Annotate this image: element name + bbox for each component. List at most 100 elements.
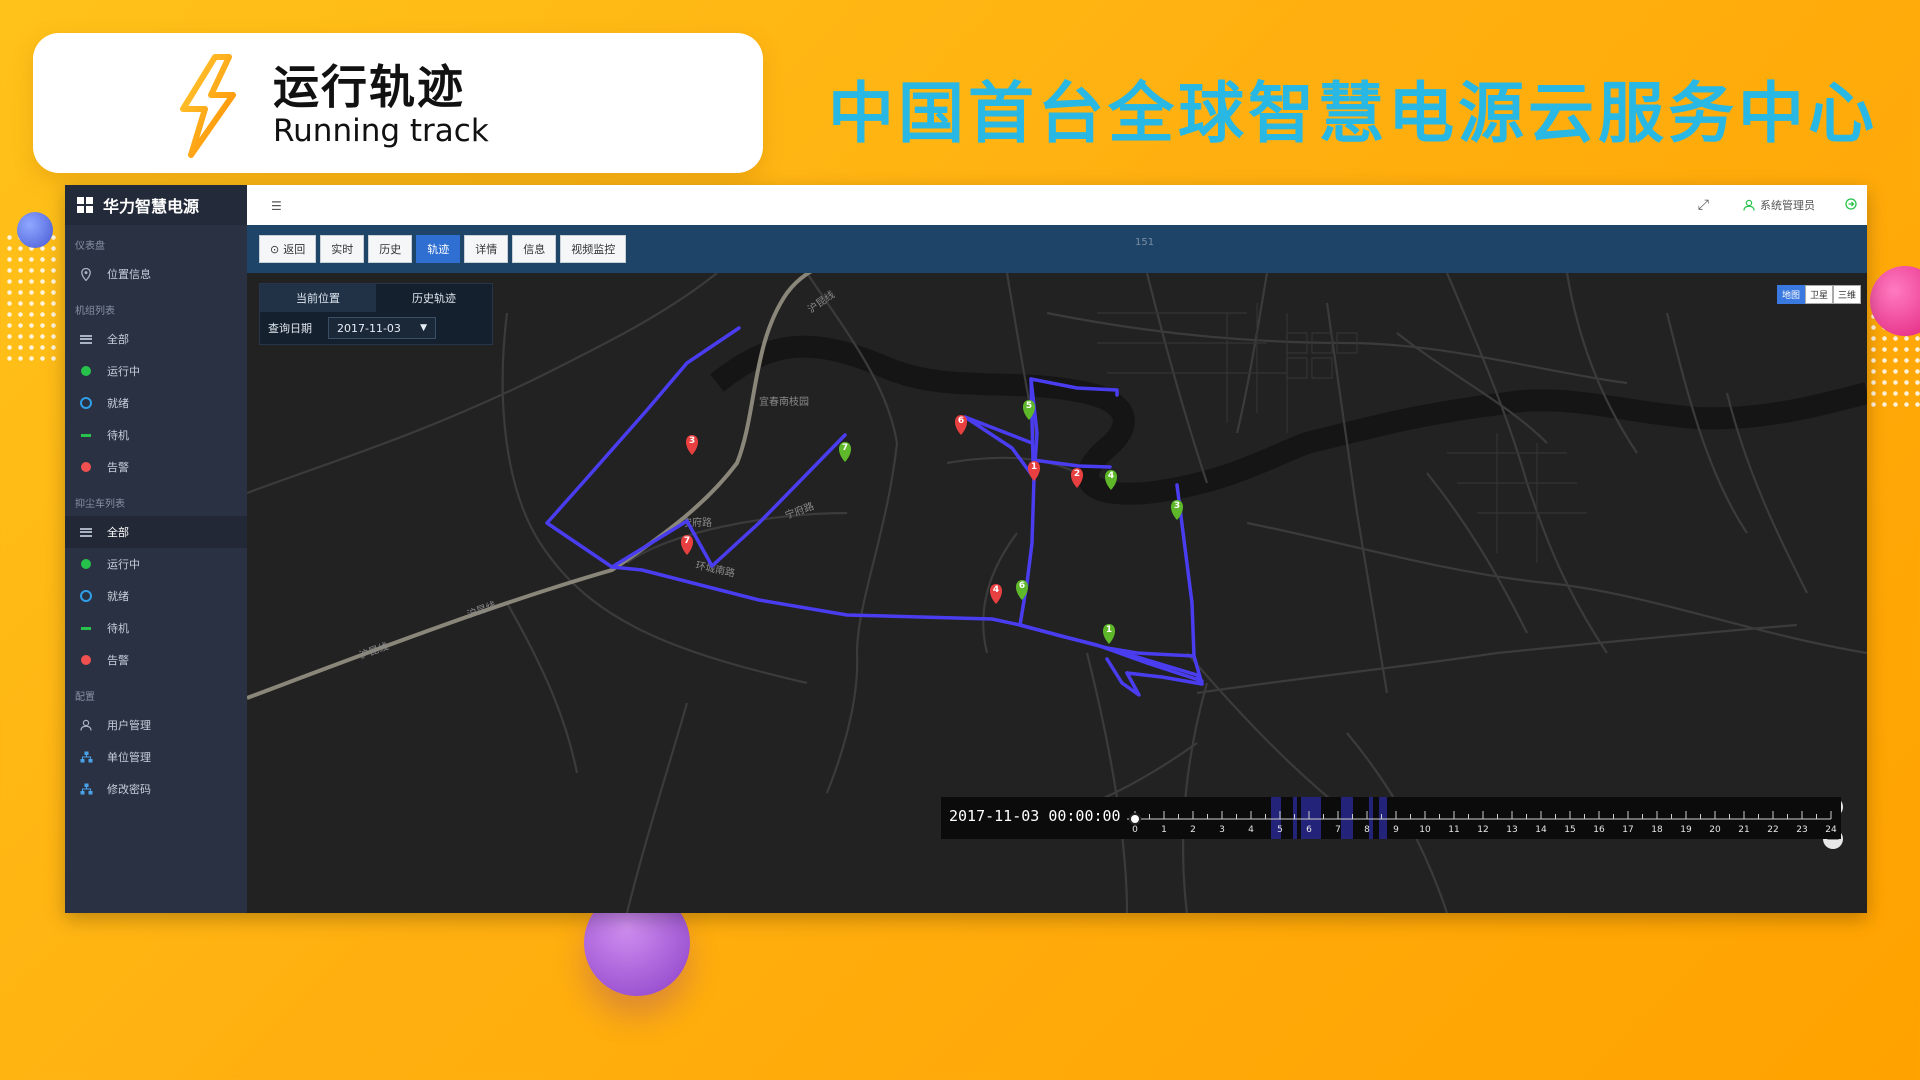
map-type-map[interactable]: 地图: [1776, 285, 1805, 304]
map-marker: 6: [954, 415, 968, 435]
map-label: 宁府路: [783, 499, 816, 521]
timeline-hour-label: 6: [1306, 825, 1312, 835]
svg-text:6: 6: [1019, 581, 1025, 591]
org-icon: [79, 750, 93, 764]
user-menu[interactable]: 系统管理员: [1743, 197, 1815, 213]
sidebar-item-label: 就绪: [107, 590, 129, 603]
timeline-ticks[interactable]: 0 1 2 3 4 5 6 7 8 9 10 11 12 13 14 15 16 17 18 19 20 21 22 23 24: [941, 797, 1841, 839]
video-monitor-button[interactable]: 视频监控: [560, 235, 627, 263]
green-dash-icon: [81, 626, 91, 630]
date-value: 2017-11-03: [337, 321, 401, 335]
history-button[interactable]: 历史: [368, 235, 413, 263]
timeline-hour-label: 15: [1564, 825, 1575, 835]
decor-ball-blue: [17, 212, 53, 248]
date-label: 查询日期: [268, 322, 312, 335]
sidebar-item-trucks-alarm[interactable]: 告警: [65, 644, 247, 676]
timeline-hour-label: 18: [1651, 825, 1663, 835]
back-button[interactable]: ⊙ 返回: [259, 235, 317, 263]
date-select[interactable]: 2017-11-03 ▼: [328, 317, 436, 339]
sidebar-item-label: 运行中: [107, 558, 140, 571]
sidebar-item-label: 位置信息: [107, 268, 151, 281]
svg-text:2: 2: [1074, 469, 1080, 479]
sidebar-item-label: 运行中: [107, 365, 140, 378]
sidebar-item-trucks-standby[interactable]: 待机: [65, 612, 247, 644]
sidebar-item-label: 用户管理: [107, 719, 151, 732]
timeline-hour-label: 10: [1419, 825, 1431, 835]
timeline-hour-label: 0: [1132, 825, 1138, 835]
svg-text:6: 6: [958, 416, 964, 426]
timeline-hour-label: 7: [1335, 825, 1341, 835]
menu-toggle-icon[interactable]: ☰: [271, 199, 282, 213]
map-label: 沪昆线: [465, 598, 498, 620]
header-card: 运行轨迹 Running track: [33, 33, 763, 173]
sidebar-item-units-all[interactable]: 全部: [65, 323, 247, 355]
timeline-hour-label: 17: [1622, 825, 1633, 835]
brand[interactable]: 华力智慧电源: [65, 185, 247, 225]
tab-current-location[interactable]: 当前位置: [260, 284, 376, 312]
map-toolbar: ⊙ 返回 实时 历史 轨迹 详情 信息 视频监控 151: [247, 225, 1867, 273]
green-dash-icon: [81, 433, 91, 437]
map-type-switcher: 地图 卫星 三维: [1776, 285, 1861, 304]
timeline-hour-label: 8: [1364, 825, 1370, 835]
map-type-satellite[interactable]: 卫星: [1804, 285, 1833, 304]
timeline-hour-label: 13: [1506, 825, 1517, 835]
expand-icon[interactable]: ⤢: [1698, 197, 1709, 213]
lightning-bolt-icon: [180, 54, 236, 158]
track-button[interactable]: 轨迹: [416, 235, 461, 263]
user-icon: [1743, 199, 1755, 211]
sidebar-section-title: 仪表盘: [75, 241, 105, 252]
svg-text:4: 4: [1108, 471, 1114, 481]
realtime-button[interactable]: 实时: [320, 235, 365, 263]
sidebar-item-location[interactable]: 位置信息: [65, 258, 247, 290]
details-button[interactable]: 详情: [464, 235, 509, 263]
logout-icon[interactable]: [1845, 197, 1857, 213]
sidebar-item-trucks-running[interactable]: 运行中: [65, 548, 247, 580]
sidebar-item-user-management[interactable]: 用户管理: [65, 709, 247, 741]
sidebar-item-units-ready[interactable]: 就绪: [65, 387, 247, 419]
timeline-activity-bar: [1341, 797, 1353, 839]
map-marker: 7: [680, 535, 694, 555]
map-type-3d[interactable]: 三维: [1832, 285, 1861, 304]
svg-text:7: 7: [842, 443, 848, 453]
list-icon: [80, 527, 92, 537]
timeline-hour-label: 5: [1277, 825, 1283, 835]
time-slider[interactable]: 2017-11-03 00:00:00 0 1 2 3 4 5 6 7 8 9 10 11 12 13 14…: [941, 797, 1841, 839]
decor-dots-left: [4, 232, 60, 362]
sidebar-item-label: 全部: [107, 526, 129, 539]
timeline-hour-label: 19: [1680, 825, 1692, 835]
sidebar-item-units-alarm[interactable]: 告警: [65, 451, 247, 483]
brand-name: 华力智慧电源: [103, 197, 200, 216]
user-name: 系统管理员: [1760, 199, 1815, 212]
svg-text:5: 5: [1026, 401, 1032, 411]
sidebar-item-label: 修改密码: [107, 783, 151, 796]
page-title-cn: 运行轨迹: [273, 60, 465, 114]
grid-icon: [77, 197, 93, 213]
sidebar-item-trucks-ready[interactable]: 就绪: [65, 580, 247, 612]
timeline-hour-label: 4: [1248, 825, 1254, 835]
timeline-hour-label: 3: [1219, 825, 1225, 835]
svg-text:1: 1: [1031, 462, 1037, 472]
tab-history-track[interactable]: 历史轨迹: [376, 284, 492, 312]
sidebar-section-title: 抑尘车列表: [75, 499, 125, 510]
info-button[interactable]: 信息: [512, 235, 557, 263]
sidebar-item-change-password[interactable]: 修改密码: [65, 773, 247, 805]
back-icon: ⊙: [270, 242, 280, 256]
sidebar-item-label: 单位管理: [107, 751, 151, 764]
sidebar-item-trucks-all[interactable]: 全部: [65, 516, 247, 548]
sidebar-item-org-management[interactable]: 单位管理: [65, 741, 247, 773]
map-marker: 4: [989, 584, 1003, 604]
sidebar-item-units-running[interactable]: 运行中: [65, 355, 247, 387]
sidebar-section-title: 机组列表: [75, 306, 115, 317]
map-label: 宜春南枝园: [759, 395, 809, 408]
map-marker: 1: [1102, 624, 1116, 644]
user-icon: [79, 718, 93, 732]
sidebar-section-title: 配置: [75, 692, 95, 703]
track-route: [545, 326, 1204, 697]
sidebar-item-units-standby[interactable]: 待机: [65, 419, 247, 451]
map-view[interactable]: 宜春南枝园 宁府路 宁府路 环城南路 沪昆线 沪昆线 沪昆线 3 7 7 6 5…: [247, 273, 1867, 913]
sidebar-item-label: 待机: [107, 429, 129, 442]
sidebar-item-label: 就绪: [107, 397, 129, 410]
timeline-hour-label: 22: [1767, 825, 1778, 835]
svg-text:3: 3: [1174, 501, 1180, 511]
key-icon: [79, 782, 93, 796]
